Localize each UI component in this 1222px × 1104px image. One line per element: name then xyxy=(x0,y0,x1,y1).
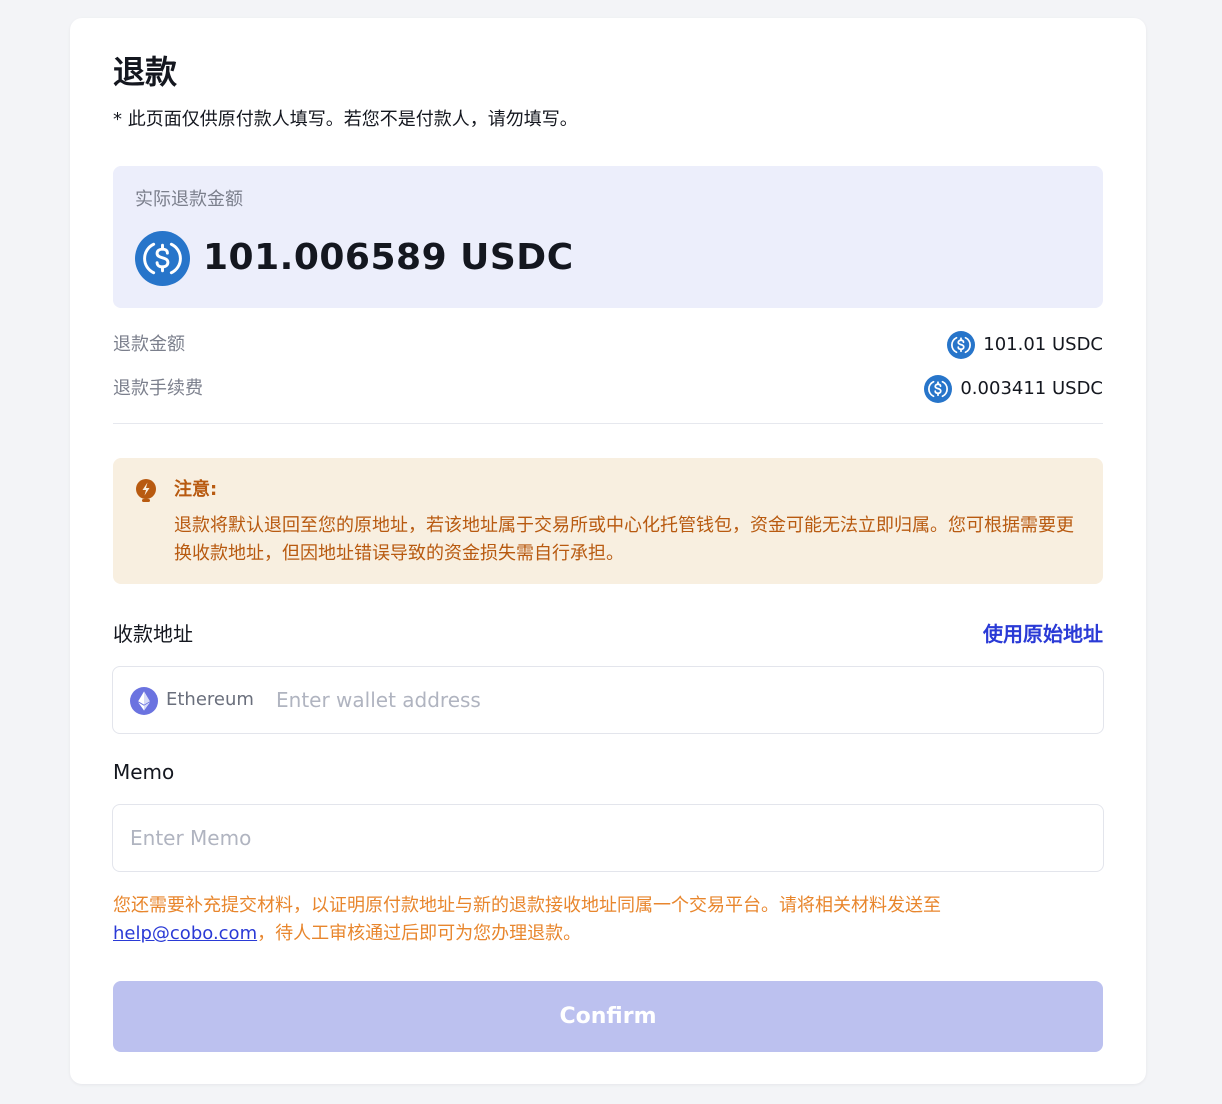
use-original-address-link[interactable]: 使用原始地址 xyxy=(983,620,1103,648)
usdc-coin-icon xyxy=(924,375,953,403)
usdc-coin-icon xyxy=(947,331,976,359)
memo-input[interactable] xyxy=(130,819,1080,857)
wallet-address-input[interactable] xyxy=(276,681,1076,719)
notice-body: 退款将默认退回至您的原地址，若该地址属于交易所或中心化托管钱包，资金可能无法立即… xyxy=(174,515,1074,564)
address-field-label: 收款地址 xyxy=(113,622,193,646)
refund-amount-value: 101.01 USDC xyxy=(983,334,1103,355)
lightbulb-icon xyxy=(136,479,156,502)
supporting-docs-hint: 您还需要补充提交材料，以证明原付款地址与新的退款接收地址同属一个交易平台。请将相… xyxy=(113,892,1103,948)
notice-title: 注意: xyxy=(174,479,218,500)
page-title: 退款 xyxy=(113,53,178,91)
hint-text-after: ，待人工审核通过后即可为您办理退款。 xyxy=(257,923,582,944)
refund-fee-value-group: 0.003411 USDC xyxy=(924,374,1103,404)
chain-name: Ethereum xyxy=(166,689,254,710)
confirm-button[interactable]: Confirm xyxy=(113,981,1103,1052)
refund-amount-value-group: 101.01 USDC xyxy=(947,330,1103,360)
memo-field-label: Memo xyxy=(113,760,175,784)
refund-fee-row: 退款手续费 0.003411 USDC xyxy=(113,374,1103,404)
notice-banner: 注意: 退款将默认退回至您的原地址，若该地址属于交易所或中心化托管钱包，资金可能… xyxy=(113,458,1103,584)
refund-fee-label: 退款手续费 xyxy=(113,378,203,399)
actual-refund-label: 实际退款金额 xyxy=(135,189,243,210)
wallet-address-field[interactable]: Ethereum xyxy=(112,666,1104,734)
ethereum-icon xyxy=(130,687,158,715)
refund-card: 退款 * 此页面仅供原付款人填写。若您不是付款人，请勿填写。 实际退款金额 10… xyxy=(70,18,1146,1084)
refund-amount-row: 退款金额 101.01 USDC xyxy=(113,330,1103,360)
refund-fee-value: 0.003411 USDC xyxy=(960,378,1103,399)
divider xyxy=(113,423,1103,424)
refund-amount-label: 退款金额 xyxy=(113,334,185,355)
support-email-link[interactable]: help@cobo.com xyxy=(113,923,257,944)
hint-text-before: 您还需要补充提交材料，以证明原付款地址与新的退款接收地址同属一个交易平台。请将相… xyxy=(113,895,941,916)
memo-field[interactable] xyxy=(112,804,1104,872)
page-subtitle: * 此页面仅供原付款人填写。若您不是付款人，请勿填写。 xyxy=(113,109,578,130)
usdc-coin-icon xyxy=(135,231,190,286)
actual-refund-panel: 实际退款金额 101.006589 USDC xyxy=(113,166,1103,308)
actual-refund-amount: 101.006589 USDC xyxy=(203,237,574,278)
